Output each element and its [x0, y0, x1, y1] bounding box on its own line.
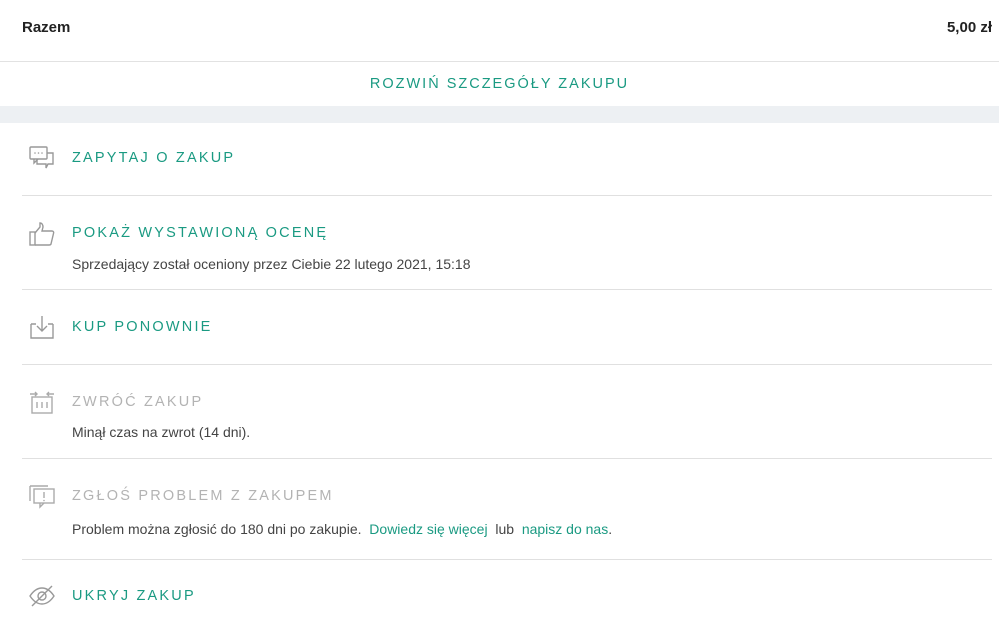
action-report-problem: ZGŁOŚ PROBLEM Z ZAKUPEM Problem można zg…	[22, 459, 992, 560]
or-text: lub	[495, 521, 515, 537]
action-hide-purchase[interactable]: UKRYJ ZAKUP	[22, 560, 992, 621]
chat-bubbles-icon	[28, 145, 56, 173]
action-title: ZWRÓĆ ZAKUP	[72, 394, 204, 410]
return-box-icon	[28, 389, 56, 417]
order-total-row: Razem 5,00 zł	[0, 0, 999, 62]
action-title[interactable]: POKAŻ WYSTAWIONĄ OCENĘ	[72, 225, 328, 241]
report-info-text: Problem można zgłosić do 180 dni po zaku…	[72, 521, 362, 537]
total-value: 5,00 zł	[946, 19, 992, 36]
period-text: .	[608, 521, 613, 537]
action-title[interactable]: ZAPYTAJ O ZAKUP	[72, 150, 235, 166]
return-description: Minął czas na zwrot (14 dni).	[72, 424, 251, 440]
action-show-rating[interactable]: POKAŻ WYSTAWIONĄ OCENĘ Sprzedający zosta…	[22, 196, 992, 290]
action-ask-about-purchase[interactable]: ZAPYTAJ O ZAKUP	[22, 123, 992, 196]
action-title[interactable]: KUP PONOWNIE	[72, 319, 213, 335]
action-return-purchase: ZWRÓĆ ZAKUP Minął czas na zwrot (14 dni)…	[22, 365, 992, 459]
section-divider-band	[0, 106, 999, 123]
learn-more-link[interactable]: Dowiedz się więcej	[369, 521, 487, 537]
contact-us-link[interactable]: napisz do nas	[522, 521, 608, 537]
rating-description: Sprzedający został oceniony przez Ciebie…	[72, 256, 471, 272]
report-problem-icon	[28, 482, 56, 510]
report-description: Problem można zgłosić do 180 dni po zaku…	[72, 521, 612, 537]
expand-details-button[interactable]: ROZWIŃ SZCZEGÓŁY ZAKUPU	[0, 62, 999, 106]
thumbs-up-icon	[28, 220, 56, 248]
total-label: Razem	[22, 19, 71, 36]
eye-slash-icon	[28, 582, 56, 610]
download-box-icon	[28, 313, 56, 341]
action-title: ZGŁOŚ PROBLEM Z ZAKUPEM	[72, 488, 334, 504]
action-title[interactable]: UKRYJ ZAKUP	[72, 588, 196, 604]
action-buy-again[interactable]: KUP PONOWNIE	[22, 290, 992, 365]
